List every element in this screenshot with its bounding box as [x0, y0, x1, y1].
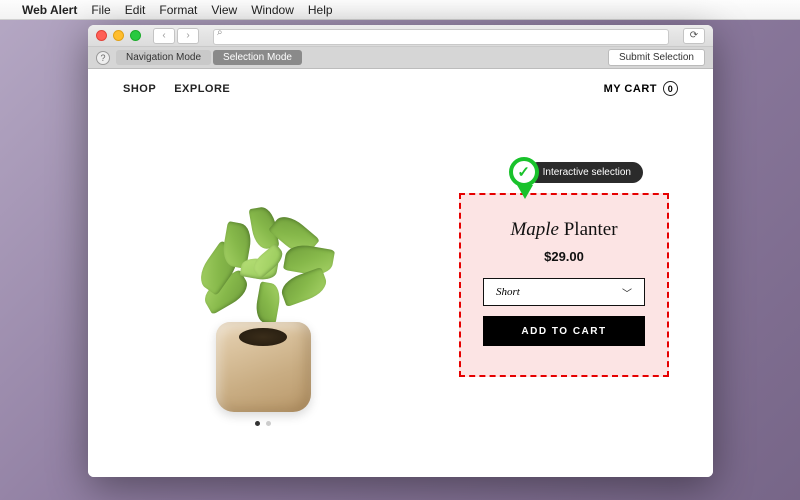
product-name: Maple Planter [510, 219, 617, 241]
planter-illustration [216, 322, 311, 412]
menu-edit[interactable]: Edit [125, 3, 146, 17]
system-menubar: Web Alert File Edit Format View Window H… [0, 0, 800, 20]
mode-toolbar: ? Navigation Mode Selection Mode Submit … [88, 47, 713, 69]
nav-forward-button[interactable]: › [177, 28, 199, 44]
menu-format[interactable]: Format [159, 3, 197, 17]
cart-link[interactable]: MY CART 0 [604, 81, 678, 96]
product-price: $29.00 [544, 249, 584, 264]
url-search-input[interactable] [213, 29, 669, 45]
tooltip-label: Interactive selection [527, 162, 643, 183]
plant-illustration [193, 204, 333, 334]
nav-shop[interactable]: SHOP [123, 83, 156, 95]
carousel-dot-2[interactable] [266, 421, 271, 426]
search-icon: ⌕ [217, 27, 223, 38]
menu-file[interactable]: File [91, 3, 110, 17]
submit-selection-button[interactable]: Submit Selection [608, 49, 705, 66]
menu-help[interactable]: Help [308, 3, 333, 17]
menu-view[interactable]: View [211, 3, 237, 17]
chevron-down-icon: ﹀ [622, 285, 632, 300]
window-titlebar: ‹ › ⌕ ⟳ [88, 25, 713, 47]
app-menu[interactable]: Web Alert [22, 3, 77, 17]
carousel-dot-1[interactable] [255, 421, 260, 426]
size-select[interactable]: Short ﹀ [483, 278, 645, 306]
product-image [123, 144, 403, 434]
window-minimize-button[interactable] [113, 30, 124, 41]
product-panel-selection[interactable]: Maple Planter $29.00 Short ﹀ ADD TO CART [459, 193, 669, 377]
cart-label: MY CART [604, 83, 657, 95]
app-window: ‹ › ⌕ ⟳ ? Navigation Mode Selection Mode… [88, 25, 713, 477]
window-close-button[interactable] [96, 30, 107, 41]
checkmark-icon: ✓ [509, 157, 539, 187]
add-to-cart-button[interactable]: ADD TO CART [483, 316, 645, 346]
size-selected-value: Short [496, 286, 520, 298]
window-zoom-button[interactable] [130, 30, 141, 41]
reload-button[interactable]: ⟳ [683, 28, 705, 44]
cart-count-badge: 0 [663, 81, 678, 96]
navigation-mode-button[interactable]: Navigation Mode [116, 50, 211, 65]
carousel-dots [123, 421, 403, 426]
selection-tooltip: ✓ Interactive selection [509, 157, 643, 187]
tooltip-pointer-icon [517, 185, 533, 199]
help-icon[interactable]: ? [96, 51, 110, 65]
selection-mode-button[interactable]: Selection Mode [213, 50, 302, 65]
site-nav: SHOP EXPLORE MY CART 0 [88, 69, 713, 104]
nav-back-button[interactable]: ‹ [153, 28, 175, 44]
nav-explore[interactable]: EXPLORE [174, 83, 230, 95]
menu-window[interactable]: Window [251, 3, 294, 17]
page-content: SHOP EXPLORE MY CART 0 [88, 69, 713, 477]
